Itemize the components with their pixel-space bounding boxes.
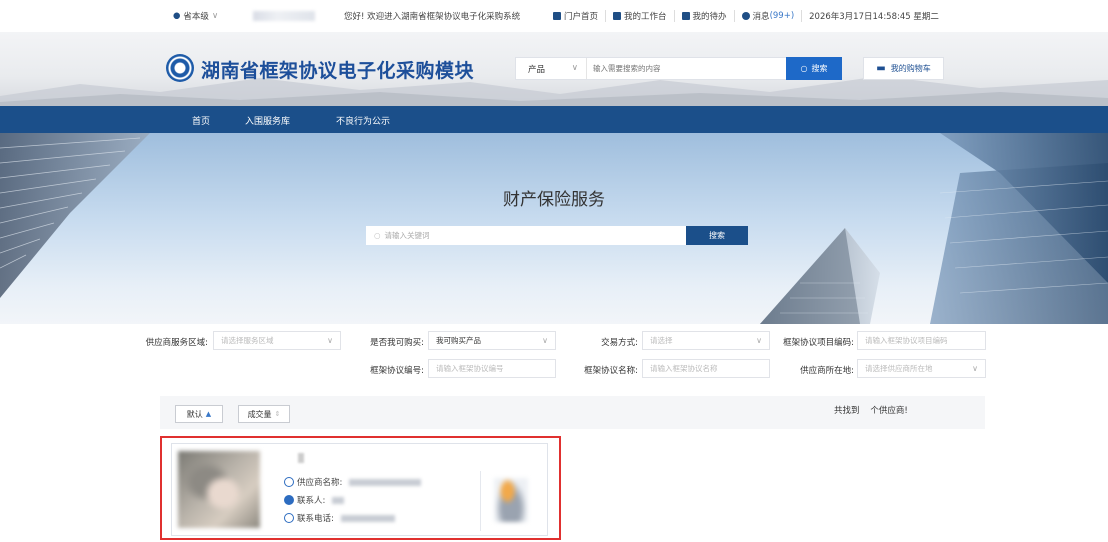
home-icon xyxy=(553,12,561,20)
result-count-prefix: 共找到 xyxy=(834,406,860,416)
welcome-text: 您好! 欢迎进入湖南省框架协议电子化采购系统 xyxy=(344,12,521,22)
filter-agreement-no-input[interactable]: 请输入框架协议编号 xyxy=(428,359,556,378)
keyword-search-placeholder: 请输入关键词 xyxy=(384,231,430,240)
clipboard-icon xyxy=(681,12,690,20)
filter-project-code-label: 框架协议项目编码: xyxy=(783,338,854,348)
top-links: 门户首页 我的工作台 我的待办 消息 (99+) 2026年3月17日14:58… xyxy=(546,10,946,22)
search-icon: ○ xyxy=(374,231,381,240)
filter-agreement-name-input[interactable]: 请输入框架协议名称 xyxy=(642,359,770,378)
monitor-icon xyxy=(613,12,622,20)
workbench-link-label: 我的工作台 xyxy=(624,12,667,22)
sort-volume-button[interactable]: 成交量 ⇕ xyxy=(238,405,290,423)
sort-arrows-icon: ⇕ xyxy=(274,410,281,418)
main-nav: 首页 入围服务库 不良行为公示 xyxy=(0,106,1108,133)
todo-link[interactable]: 我的待办 xyxy=(675,10,735,22)
hero-banner: 财产保险服务 ○ 请输入关键词 搜索 xyxy=(0,133,1108,324)
filter-trade-method-value: 请选择 xyxy=(650,336,673,345)
search-icon: ○ xyxy=(800,64,808,73)
sort-volume-label: 成交量 xyxy=(247,409,272,419)
filter-can-buy-value: 我可购买产品 xyxy=(436,336,481,345)
filter-project-code-input[interactable]: 请输入框架协议项目编码 xyxy=(857,331,986,350)
filter-agreement-no-placeholder: 请输入框架协议编号 xyxy=(436,364,504,373)
chevron-down-icon: ∨ xyxy=(972,364,978,373)
header-search-button-label: 搜索 xyxy=(811,64,828,73)
sort-default-label: 默认 xyxy=(186,409,203,419)
datetime-display: 2026年3月17日14:58:45 星期二 xyxy=(802,10,946,22)
filter-supplier-location-label: 供应商所在地: xyxy=(800,366,854,376)
filter-agreement-name-placeholder: 请输入框架协议名称 xyxy=(650,364,718,373)
todo-link-label: 我的待办 xyxy=(692,12,727,22)
filter-project-code-placeholder: 请输入框架协议项目编码 xyxy=(865,336,948,345)
sort-arrow-icon: ▲ xyxy=(205,410,212,418)
portal-link-label: 门户首页 xyxy=(564,12,599,22)
result-count: 共找到 个供应商! xyxy=(834,404,908,416)
nav-item-misconduct[interactable]: 不良行为公示 xyxy=(336,114,390,127)
nav-item-service-library[interactable]: 入围服务库 xyxy=(245,114,290,127)
nav-item-home[interactable]: 首页 xyxy=(192,114,210,127)
result-count-number xyxy=(862,406,867,416)
portal-link[interactable]: 门户首页 xyxy=(546,10,607,22)
cart-button[interactable]: ▬ 我的购物车 xyxy=(863,57,944,80)
search-category-value: 产品 xyxy=(528,64,546,75)
banner-title: 财产保险服务 xyxy=(503,190,605,210)
sort-default-button[interactable]: 默认 ▲ xyxy=(175,405,223,423)
chevron-down-icon: ∨ xyxy=(211,11,219,21)
workbench-link[interactable]: 我的工作台 xyxy=(606,10,675,22)
filter-supplier-location-select[interactable]: 请选择供应商所在地 ∨ xyxy=(857,359,986,378)
location-pin-icon: ● xyxy=(173,11,181,21)
region-selector[interactable]: ● 省本级 ∨ xyxy=(173,10,218,22)
filter-can-buy-select[interactable]: 我可购买产品 ∨ xyxy=(428,331,556,350)
header-search-button[interactable]: ○ 搜索 xyxy=(786,57,842,80)
chevron-down-icon: ∨ xyxy=(327,336,333,345)
filter-service-area-value: 请选择服务区域 xyxy=(221,336,274,345)
filter-trade-method-select[interactable]: 请选择 ∨ xyxy=(642,331,770,350)
top-utility-bar: ● 省本级 ∨ 您好! 欢迎进入湖南省框架协议电子化采购系统 门户首页 我的工作… xyxy=(0,0,1108,32)
filter-can-buy-label: 是否我可购买: xyxy=(370,338,424,348)
region-label: 省本级 xyxy=(183,12,209,22)
emblem-logo-icon[interactable] xyxy=(166,54,194,82)
cart-icon: ▬ xyxy=(876,63,886,74)
filter-service-area-label: 供应商服务区域: xyxy=(145,338,208,348)
filter-trade-method-label: 交易方式: xyxy=(601,338,638,348)
filter-supplier-location-value: 请选择供应商所在地 xyxy=(865,364,933,373)
bell-icon xyxy=(741,12,750,20)
search-category-select[interactable]: 产品 ∨ xyxy=(516,63,586,75)
highlight-box xyxy=(160,436,561,540)
chevron-down-icon: ∨ xyxy=(571,62,578,73)
cart-button-label: 我的购物车 xyxy=(890,64,931,73)
message-count-badge: (99+) xyxy=(769,11,795,21)
filter-agreement-no-label: 框架协议编号: xyxy=(370,366,424,376)
keyword-search-input[interactable]: ○ 请输入关键词 xyxy=(366,226,686,245)
messages-link-label: 消息 xyxy=(752,12,770,22)
user-name-redacted xyxy=(253,11,315,21)
filter-service-area-select[interactable]: 请选择服务区域 ∨ xyxy=(213,331,341,350)
site-title[interactable]: 湖南省框架协议电子化采购模块 xyxy=(201,56,474,83)
datetime-text: 2026年3月17日14:58:45 星期二 xyxy=(809,12,939,22)
chevron-down-icon: ∨ xyxy=(542,336,548,345)
result-count-suffix: 个供应商! xyxy=(870,406,908,416)
keyword-search-button[interactable]: 搜索 xyxy=(686,226,748,245)
site-header: 湖南省框架协议电子化采购模块 产品 ∨ ○ 搜索 ▬ 我的购物车 xyxy=(0,32,1108,106)
messages-link[interactable]: 消息 (99+) xyxy=(735,10,803,22)
filter-agreement-name-label: 框架协议名称: xyxy=(584,366,638,376)
